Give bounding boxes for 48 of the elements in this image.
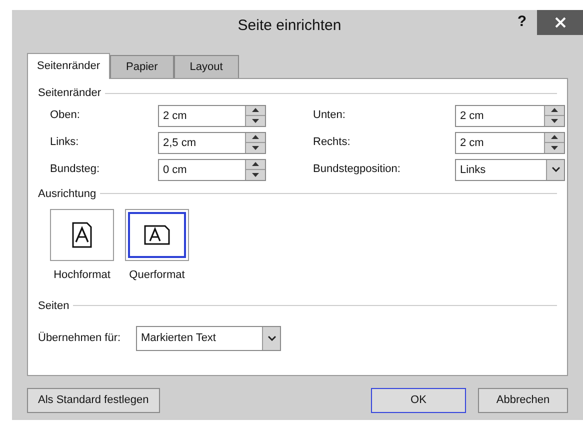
up-arrow-icon: [252, 162, 259, 166]
spin-up-button[interactable]: [246, 106, 265, 116]
close-button[interactable]: [537, 10, 583, 35]
spin-up-button[interactable]: [246, 132, 265, 143]
dropdown-button[interactable]: [262, 327, 280, 350]
help-button[interactable]: ?: [507, 10, 537, 35]
window-title: Seite einrichten: [238, 16, 342, 36]
spin-up-button[interactable]: [545, 106, 564, 116]
spin-box[interactable]: 2 cm: [455, 104, 565, 126]
up-arrow-icon: [551, 108, 558, 112]
field-label: Bundsteg:: [50, 162, 101, 178]
field-label: Oben:: [50, 108, 81, 124]
portrait-page-icon: [72, 222, 92, 248]
field-label: Unten:: [313, 108, 346, 124]
section-heading: Seiten: [38, 298, 70, 314]
dropdown-button[interactable]: [546, 160, 564, 180]
close-icon: [554, 17, 566, 28]
tab[interactable]: Seitenränder: [27, 53, 110, 79]
down-arrow-icon: [252, 146, 259, 150]
up-arrow-icon: [252, 135, 259, 140]
field-label: Bundstegposition:: [313, 162, 402, 178]
section-heading: Seitenränder: [38, 86, 101, 101]
set-default-button[interactable]: Als Standard festlegen: [27, 388, 160, 413]
tab[interactable]: Papier: [110, 55, 174, 78]
chevron-down-icon: [268, 336, 276, 341]
spin-box[interactable]: 0 cm: [158, 158, 266, 180]
spin-up-button[interactable]: [545, 132, 564, 143]
select-box[interactable]: Markierten Text: [136, 326, 281, 351]
down-arrow-icon: [551, 146, 558, 150]
down-arrow-icon: [252, 172, 259, 177]
spin-box[interactable]: 2 cm: [455, 132, 565, 154]
field-label: Rechts:: [313, 135, 352, 150]
field-label: Übernehmen für:: [38, 330, 122, 346]
tab[interactable]: Layout: [174, 55, 239, 78]
spin-box[interactable]: 2,5 cm: [158, 132, 266, 154]
up-arrow-icon: [551, 135, 558, 140]
spin-up-button[interactable]: [246, 160, 265, 170]
select-box[interactable]: Links: [455, 158, 565, 180]
up-arrow-icon: [252, 108, 259, 112]
down-arrow-icon: [551, 118, 558, 123]
field-label: Links:: [50, 135, 80, 150]
landscape-page-icon: [144, 225, 170, 245]
chevron-down-icon: [552, 167, 560, 172]
spin-box[interactable]: 2 cm: [158, 104, 266, 126]
cancel-button[interactable]: Abbrechen: [478, 388, 568, 413]
ok-button[interactable]: OK: [371, 388, 466, 413]
down-arrow-icon: [252, 118, 259, 123]
section-heading: Ausrichtung: [38, 186, 96, 202]
